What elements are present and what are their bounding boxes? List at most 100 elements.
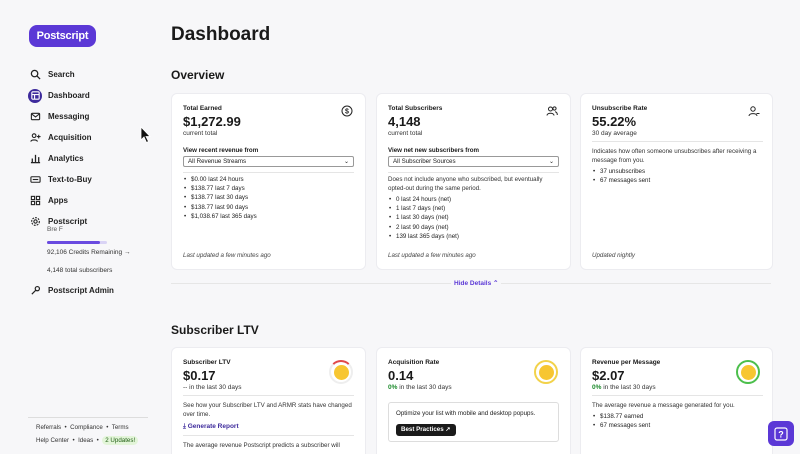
- footer-link-help-center[interactable]: Help Center: [36, 437, 69, 444]
- list-item: 139 last 365 days (net): [388, 232, 459, 241]
- tip-box: Optimize your list with mobile and deskt…: [388, 402, 559, 442]
- divider: [183, 172, 354, 173]
- admin-nav: Postscript Admin: [28, 280, 148, 301]
- card-value: $2.07: [592, 368, 625, 383]
- nav-postscript-admin[interactable]: Postscript Admin: [28, 280, 148, 301]
- divider: [388, 172, 559, 173]
- total-earned-card: Total Earned $1,272.99 current total $ V…: [171, 93, 366, 270]
- download-icon: ⤓: [183, 423, 186, 430]
- emoji-face: [538, 364, 554, 380]
- list-item: 1 last 30 days (net): [388, 213, 459, 222]
- users-icon: [546, 106, 558, 116]
- card-description: See how your Subscriber LTV and ARMR sta…: [183, 402, 352, 419]
- nav-acquisition-label: Acquisition: [48, 133, 92, 142]
- nav-acquisition[interactable]: Acquisition: [28, 127, 148, 148]
- card-label: Unsubscribe Rate: [592, 105, 648, 112]
- thinking-face-icon: [329, 360, 353, 384]
- footer-link-terms[interactable]: Terms: [112, 424, 129, 431]
- help-button[interactable]: ?: [768, 421, 794, 446]
- help-icon: ?: [774, 426, 788, 441]
- emoji-face: [333, 364, 349, 380]
- list-item: $1,038.67 last 365 days: [183, 212, 257, 221]
- nav-postscript[interactable]: Postscript: [28, 211, 148, 232]
- wrench-icon: [28, 284, 42, 298]
- credits-remaining-link[interactable]: 92,106 Credits Remaining →: [47, 249, 130, 256]
- list-item: 37 unsubscribes: [592, 167, 650, 176]
- field-label: View net new subscribers from: [388, 147, 480, 154]
- nav-messaging[interactable]: Messaging: [28, 106, 148, 127]
- nav-analytics[interactable]: Analytics: [28, 148, 148, 169]
- search-icon: [28, 68, 42, 82]
- card-subtext: 30 day average: [592, 130, 637, 137]
- hide-details-button[interactable]: Hide Details ⌃: [451, 279, 502, 287]
- list-item: $138.77 earned: [592, 412, 650, 421]
- last-updated-text: Last updated a few minutes ago: [183, 252, 271, 259]
- generate-report-link[interactable]: ⤓ Generate Report: [183, 423, 239, 431]
- nav-text-to-buy-label: Text-to-Buy: [48, 175, 92, 184]
- card-value: 55.22%: [592, 114, 637, 129]
- divider: [592, 395, 763, 396]
- card-label: Acquisition Rate: [388, 359, 440, 366]
- unsubscribe-rate-card: Unsubscribe Rate 55.22% 30 day average I…: [580, 93, 773, 270]
- chevron-up-icon: ⌃: [493, 280, 499, 287]
- card-description: The average revenue Postscript predicts …: [183, 442, 340, 449]
- credits-progress-bar: [47, 241, 107, 244]
- revenue-per-message-card: Revenue per Message $2.07 0% in the last…: [580, 347, 773, 454]
- select-value: All Subscriber Sources: [393, 158, 456, 165]
- card-value: $0.17: [183, 368, 216, 383]
- star-struck-face-icon: [736, 360, 760, 384]
- best-practices-button[interactable]: Best Practices ↗: [396, 424, 456, 436]
- page-title: Dashboard: [171, 24, 271, 45]
- list-item: 1 last 7 days (net): [388, 204, 459, 213]
- revenue-source-select[interactable]: All Revenue Streams ⌄: [183, 156, 354, 167]
- card-subtext: -- in the last 30 days: [183, 384, 242, 391]
- nav-dashboard-label: Dashboard: [48, 91, 90, 100]
- nav-dashboard[interactable]: Dashboard: [28, 85, 148, 106]
- card-description: Indicates how often someone unsubscribes…: [592, 148, 757, 165]
- acquisition-icon: [28, 131, 42, 145]
- footer-link-ideas[interactable]: Ideas: [78, 437, 93, 444]
- footer-link-referrals[interactable]: Referrals: [36, 424, 61, 431]
- best-practices-label: Best Practices: [401, 426, 444, 433]
- nav-analytics-label: Analytics: [48, 154, 84, 163]
- external-link-icon: ↗: [445, 426, 451, 433]
- updates-badge[interactable]: 2 Updates!: [102, 436, 139, 445]
- nav-search[interactable]: Search: [28, 64, 148, 85]
- postscript-logo[interactable]: Postscript: [29, 25, 96, 47]
- nav-text-to-buy[interactable]: Text-to-Buy: [28, 169, 148, 190]
- sidebar: Postscript Search Dashboard Messaging Ac…: [0, 0, 152, 454]
- divider: [183, 435, 354, 436]
- list-item: 67 messages sent: [592, 176, 650, 185]
- user-minus-icon: [748, 106, 760, 117]
- list-item: $138.77 last 90 days: [183, 203, 257, 212]
- change-percent: 0%: [592, 384, 602, 391]
- subscriber-ltv-card: Subscriber LTV $0.17 -- in the last 30 d…: [171, 347, 366, 454]
- sidebar-nav: Search Dashboard Messaging Acquisition A…: [28, 64, 148, 232]
- chevron-down-icon: ⌄: [548, 159, 554, 165]
- subscriber-source-select[interactable]: All Subscriber Sources ⌄: [388, 156, 559, 167]
- subscriber-ltv-heading: Subscriber LTV: [171, 323, 259, 337]
- last-updated-text: Last updated a few minutes ago: [388, 252, 476, 259]
- field-label: View recent revenue from: [183, 147, 259, 154]
- footer-links-row-2: Help Center • Ideas • 2 Updates!: [36, 436, 139, 445]
- nav-apps[interactable]: Apps: [28, 190, 148, 211]
- footer-divider: [28, 417, 148, 418]
- list-item: 0 last 24 hours (net): [388, 195, 459, 204]
- footer-link-compliance[interactable]: Compliance: [70, 424, 103, 431]
- card-subtext: 0% in the last 30 days: [592, 384, 656, 391]
- main-content: Dashboard Overview Total Earned $1,272.9…: [171, 0, 800, 454]
- acquisition-rate-card: Acquisition Rate 0.14 0% in the last 30 …: [376, 347, 571, 454]
- change-percent: 0%: [388, 384, 398, 391]
- nav-apps-label: Apps: [48, 196, 68, 205]
- card-subtext: 0% in the last 30 days: [388, 384, 452, 391]
- neutral-face-icon: [534, 360, 558, 384]
- list-item: 2 last 90 days (net): [388, 223, 459, 232]
- change-period: in the last 30 days: [397, 384, 452, 391]
- card-subtext: current total: [388, 130, 423, 137]
- total-subscribers-card: Total Subscribers 4,148 current total Vi…: [376, 93, 571, 270]
- card-value: $1,272.99: [183, 114, 241, 129]
- list-item: $0.00 last 24 hours: [183, 175, 257, 184]
- card-label: Total Earned: [183, 105, 222, 112]
- card-description: Does not include anyone who subscribed, …: [388, 176, 543, 193]
- card-value: 4,148: [388, 114, 421, 129]
